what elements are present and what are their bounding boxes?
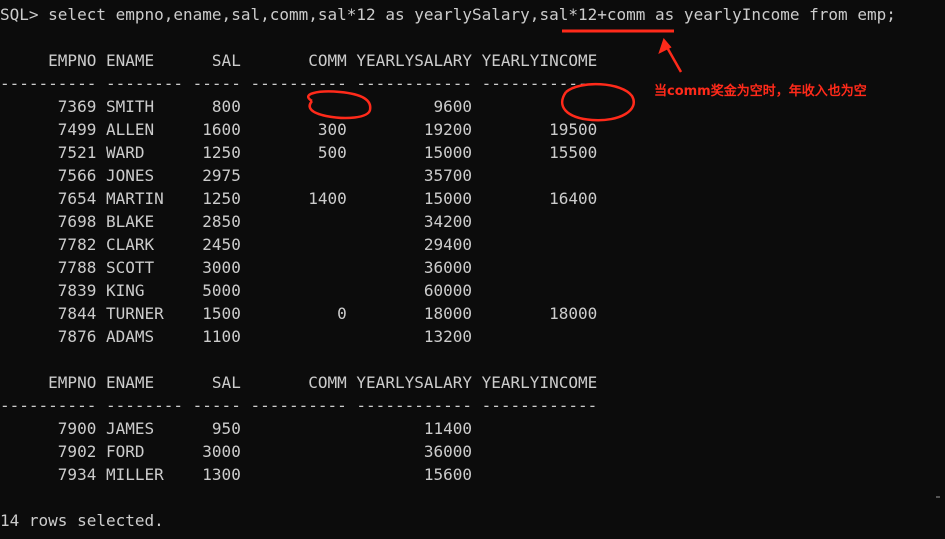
table-row: 7499 ALLEN 1600 300 19200 19500 (0, 120, 598, 139)
table-row: 7844 TURNER 1500 0 18000 18000 (0, 304, 598, 323)
sql-command-line: SQL> select empno,ename,sal,comm,sal*12 … (0, 5, 896, 24)
result-header-2: EMPNO ENAME SAL COMM YEARLYSALARY YEARLY… (0, 373, 598, 392)
result-separator-1: ---------- -------- ----- ---------- ---… (0, 74, 598, 93)
table-row: 7566 JONES 2975 35700 (0, 166, 473, 185)
table-row: 7934 MILLER 1300 15600 (0, 465, 473, 484)
result-header-1: EMPNO ENAME SAL COMM YEARLYSALARY YEARLY… (0, 51, 598, 70)
table-row: 7698 BLAKE 2850 34200 (0, 212, 473, 231)
table-row: 7876 ADAMS 1100 13200 (0, 327, 473, 346)
table-row: 7788 SCOTT 3000 36000 (0, 258, 473, 277)
rows-selected-footer: 14 rows selected. (0, 511, 164, 530)
table-row: 7782 CLARK 2450 29400 (0, 235, 473, 254)
table-row: 7900 JAMES 950 11400 (0, 419, 473, 438)
table-row: 7839 KING 5000 60000 (0, 281, 473, 300)
table-row: 7369 SMITH 800 9600 (0, 97, 473, 116)
annotation-note: 当comm奖金为空时，年收入也为空 (654, 84, 867, 99)
result-separator-2: ---------- -------- ----- ---------- ---… (0, 396, 598, 415)
table-row: 7654 MARTIN 1250 1400 15000 16400 (0, 189, 598, 208)
table-row: 7521 WARD 1250 500 15000 15500 (0, 143, 598, 162)
table-row: 7902 FORD 3000 36000 (0, 442, 473, 461)
